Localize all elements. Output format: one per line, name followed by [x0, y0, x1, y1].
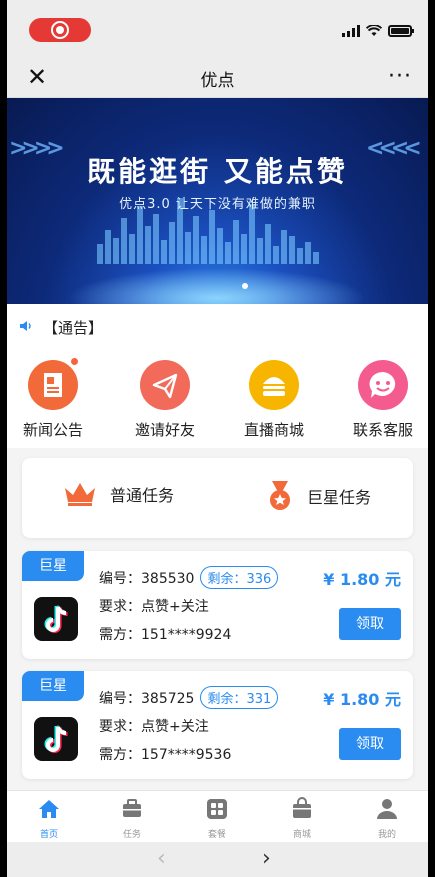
task-id: 编号：385530: [99, 571, 195, 587]
phone-screen: ✕ 优点 ··· >>>> >>>> 既能逛街 又能点赞 优点3.0 让天下没有…: [7, 0, 428, 877]
crown-icon: [65, 483, 95, 506]
remaining-badge: 剩余：331: [200, 686, 279, 709]
quick-item-live-shop[interactable]: 直播商城: [229, 360, 319, 440]
tab-label: 套餐: [207, 830, 226, 840]
signal-icon: [342, 25, 360, 37]
browser-nav-bar: ‹ ›: [7, 842, 428, 877]
task-tag: 巨星: [22, 551, 84, 581]
tab-label: 普通任务: [110, 486, 175, 505]
shop-bag-icon: [293, 797, 311, 818]
medal-icon: [270, 481, 290, 510]
quick-item-invite[interactable]: 邀请好友: [120, 360, 210, 440]
screen-recording-indicator[interactable]: [29, 18, 91, 42]
tiktok-icon: [34, 597, 78, 641]
smile-chat-icon: [358, 360, 408, 410]
banner-globe-glow: [67, 268, 367, 304]
more-options-icon[interactable]: ···: [388, 62, 412, 92]
quick-item-label: 联系客服: [352, 421, 413, 439]
notice-text: 【通告】: [43, 319, 104, 337]
tab-tasks[interactable]: 任务: [102, 797, 162, 840]
tab-mall[interactable]: 商城: [272, 797, 332, 840]
back-arrow-icon[interactable]: ‹: [157, 846, 166, 871]
tab-label: 首页: [39, 830, 58, 840]
task-requester: 需方：151****9924: [99, 627, 232, 643]
forward-arrow-icon[interactable]: ›: [262, 846, 271, 871]
remaining-badge: 剩余：336: [200, 566, 279, 589]
carousel-indicator: [242, 283, 248, 289]
task-id-row: 编号：385725 剩余：331: [99, 686, 279, 709]
tab-label: 巨星任务: [307, 488, 372, 507]
navigation-bar: ✕ 优点 ···: [7, 58, 428, 98]
speaker-icon: [20, 321, 31, 331]
quick-item-label: 直播商城: [243, 421, 304, 439]
home-icon: [39, 800, 59, 818]
claim-button[interactable]: 领取: [339, 608, 401, 640]
quick-item-support[interactable]: 联系客服: [338, 360, 428, 440]
task-requester: 需方：157****9536: [99, 747, 232, 763]
paper-plane-icon: [140, 360, 190, 410]
tab-label: 商城: [292, 830, 311, 840]
unread-dot: [71, 358, 78, 365]
tab-packages[interactable]: 套餐: [187, 797, 247, 840]
quick-menu: 新闻公告 邀请好友 直播商城 联系客服: [7, 350, 428, 448]
record-dot-icon: [56, 26, 64, 34]
notice-bar[interactable]: 【通告】: [7, 304, 428, 350]
wifi-icon: [366, 25, 382, 36]
task-tag: 巨星: [22, 671, 84, 701]
tab-normal-tasks[interactable]: 普通任务: [62, 480, 174, 508]
claim-button[interactable]: 领取: [339, 728, 401, 760]
task-requirement: 要求：点赞+关注: [99, 719, 209, 735]
task-id-row: 编号：385530 剩余：336: [99, 566, 279, 589]
quick-item-label: 邀请好友: [134, 421, 195, 439]
status-bar: [7, 0, 428, 58]
tab-profile[interactable]: 我的: [357, 797, 417, 840]
battery-icon: [388, 25, 414, 37]
banner-headline: 既能逛街 又能点赞: [87, 155, 348, 188]
page-title: 优点: [200, 71, 235, 91]
task-card[interactable]: 巨星 编号：385725 剩余：331 要求：点赞+关注 需方：157****95…: [22, 671, 413, 779]
tab-label: 我的: [377, 830, 396, 840]
quick-item-label: 新闻公告: [22, 421, 83, 439]
briefcase-icon: [123, 799, 141, 817]
task-card[interactable]: 巨星 编号：385530 剩余：336 要求：点赞+关注 需方：151****99…: [22, 551, 413, 659]
bottom-tab-bar: 首页 任务 套餐 商城 我的: [7, 790, 428, 842]
banner-subline: 优点3.0 让天下没有难做的兼职: [119, 197, 316, 212]
promo-banner[interactable]: >>>> >>>> 既能逛街 又能点赞 优点3.0 让天下没有难做的兼职: [7, 98, 428, 304]
task-id: 编号：385725: [99, 691, 195, 707]
person-icon: [377, 799, 397, 819]
task-price: ¥ 1.80 元: [323, 570, 401, 589]
quick-item-news[interactable]: 新闻公告: [8, 358, 98, 440]
news-icon: [28, 358, 78, 410]
tab-star-tasks[interactable]: 巨星任务: [265, 480, 371, 512]
status-icons: [342, 23, 414, 37]
burger-icon: [249, 360, 299, 410]
task-requirement: 要求：点赞+关注: [99, 599, 209, 615]
tiktok-icon: [34, 717, 78, 761]
task-price: ¥ 1.80 元: [323, 690, 401, 709]
task-type-tabs: 普通任务 巨星任务: [22, 458, 413, 538]
tab-label: 任务: [122, 830, 141, 840]
grid-icon: [207, 799, 227, 819]
tab-home[interactable]: 首页: [19, 797, 79, 840]
